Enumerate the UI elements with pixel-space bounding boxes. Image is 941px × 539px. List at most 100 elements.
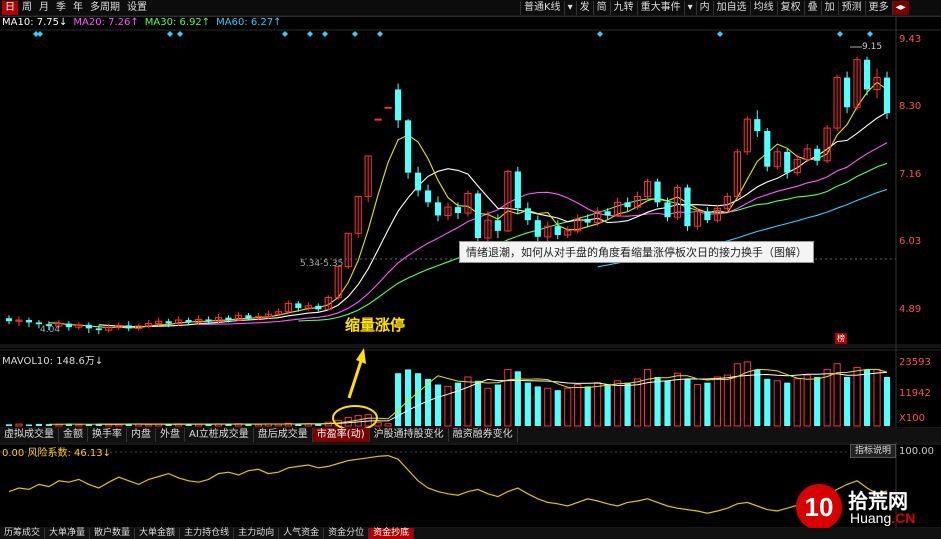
volume-bar-up — [823, 368, 831, 427]
ma20-line — [198, 142, 888, 325]
candle-body-down — [395, 89, 402, 121]
indicator-tab-7[interactable]: 市盈率(动) — [312, 428, 370, 442]
volume-bar-down — [434, 384, 442, 426]
candle-body-down — [883, 77, 891, 114]
candle-body-up — [384, 106, 392, 109]
volume-bar-down — [524, 382, 531, 426]
signal-diamond — [377, 31, 383, 37]
volume-bar-up — [574, 384, 582, 427]
volume-bar-up — [464, 376, 472, 427]
candle-body-down — [754, 119, 761, 132]
volume-bar-down — [654, 376, 661, 426]
volume-bar-down — [25, 424, 33, 426]
volume-bar-down — [704, 382, 711, 426]
volume-bar-down — [35, 423, 43, 426]
annotation-arrow-shaft — [347, 357, 364, 399]
bottom-tab-2[interactable]: 散户数量 — [90, 528, 136, 539]
volume-bar-down — [814, 376, 821, 426]
volume-bar-down — [414, 373, 422, 426]
indicator-tab-0[interactable]: 虚拟成交量 — [0, 428, 59, 442]
signal-diamond — [352, 31, 358, 37]
candle-body-down — [863, 59, 871, 90]
candle-body-down — [654, 181, 661, 203]
candle-body-down — [474, 193, 482, 239]
candle-body-down — [35, 322, 43, 325]
volume-bar-up — [693, 384, 702, 427]
indicator-tab-3[interactable]: 内盘 — [127, 428, 156, 442]
logo-en-left: Huang — [850, 510, 892, 526]
mid-price-tag: 5.34-5.35 — [300, 259, 343, 269]
indicator-tab-4[interactable]: 外盘 — [156, 428, 185, 442]
signal-diamond — [597, 31, 603, 37]
price-axis-label: 4.89 — [899, 303, 922, 315]
high-price-tag: 9.15 — [862, 42, 882, 52]
volume-bar-down — [883, 376, 891, 426]
candle-body-down — [295, 303, 302, 309]
candle-body-down — [95, 328, 102, 331]
candle-body-down — [584, 219, 591, 223]
volume-bar-up — [723, 374, 731, 427]
candle-body-down — [684, 187, 691, 227]
candle-body-down — [524, 208, 531, 221]
candle-body-down — [624, 202, 631, 208]
price-axis-label: 7.16 — [899, 169, 922, 181]
site-logo: 10 拾荒网 Huang.CN — [796, 484, 936, 530]
kline-chart[interactable]: 9.15 5.34-5.35 4.04 — [0, 0, 941, 539]
candle-body-down — [404, 120, 412, 173]
candle-body-down — [25, 320, 33, 323]
candle-body-down — [85, 324, 92, 329]
bottom-tab-0[interactable]: 历筹成交 — [0, 528, 46, 539]
candle-body-down — [534, 220, 541, 237]
volume-bar-down — [534, 386, 541, 426]
volume-bar-up — [713, 376, 721, 427]
candle-body-down — [664, 202, 671, 218]
bottom-tab-6[interactable]: 人气资金 — [279, 528, 325, 539]
indicator-tab-5[interactable]: AI立桩成交量 — [185, 428, 254, 442]
indicator-tab-2[interactable]: 换手率 — [88, 428, 127, 442]
candle-body-down — [315, 305, 322, 310]
indicator-tab-6[interactable]: 盘后成交量 — [254, 428, 313, 442]
indicator-tabs: 虚拟成交量 金额 换手率 内盘 外盘 AI立桩成交量 盘后成交量 市盈率(动) 沪股通持股变化融… — [0, 428, 941, 442]
risk-axis-label: 100.00 — [899, 446, 934, 457]
volume-bar-up — [643, 368, 652, 427]
bottom-tab-4[interactable]: 主力持仓线 — [180, 528, 235, 539]
volume-bar-down — [604, 384, 611, 426]
candle-body-down — [185, 320, 192, 323]
volume-bar-up — [803, 374, 811, 427]
bottom-tab-1[interactable]: 大单净量 — [45, 528, 91, 539]
candle-body-down — [514, 171, 521, 209]
volume-bar-up — [873, 368, 881, 427]
volume-bar-down — [764, 378, 771, 426]
candle-body-down — [414, 172, 422, 191]
candle-body-down — [704, 211, 711, 221]
bottom-tab-5[interactable]: 主力动向 — [234, 528, 280, 539]
indicator-tab-1[interactable]: 金额 — [59, 428, 88, 442]
indicator-tab-8[interactable]: 沪股通持股变化 — [370, 428, 449, 442]
candle-body-down — [165, 321, 172, 324]
volume-bar-down — [584, 386, 591, 426]
bottom-tab-3[interactable]: 大单金额 — [135, 528, 181, 539]
indicator-explain-button[interactable]: 指标说明 — [850, 444, 897, 458]
signal-diamond — [867, 31, 873, 37]
volume-bar-down — [165, 424, 172, 426]
volume-axis-label: 23593 — [899, 356, 931, 368]
low-price-tag: 4.04 — [40, 325, 60, 335]
volume-bar-up — [544, 387, 552, 427]
indicator-tab-9[interactable]: 融资融券变化 — [449, 428, 518, 442]
candle-body-down — [245, 315, 252, 319]
volume-bar-down — [684, 378, 691, 426]
rank-badge[interactable]: 榜 — [835, 333, 847, 344]
bottom-tab-8[interactable]: 资金抄底 — [369, 528, 415, 539]
volume-bar-down — [454, 382, 462, 426]
logo-en-right: .CN — [891, 510, 916, 526]
candle-body-down — [5, 318, 13, 322]
candle-body-down — [844, 77, 851, 108]
volume-bar-up — [733, 363, 741, 427]
volume-bar-down — [784, 382, 791, 426]
volume-bar-up — [564, 387, 572, 427]
candle-body-down — [225, 317, 232, 321]
price-axis-label: 6.03 — [899, 236, 922, 248]
candle-body-down — [65, 323, 72, 328]
bottom-tab-7[interactable]: 资金分位 — [324, 528, 370, 539]
volume-bar-up — [673, 372, 682, 427]
